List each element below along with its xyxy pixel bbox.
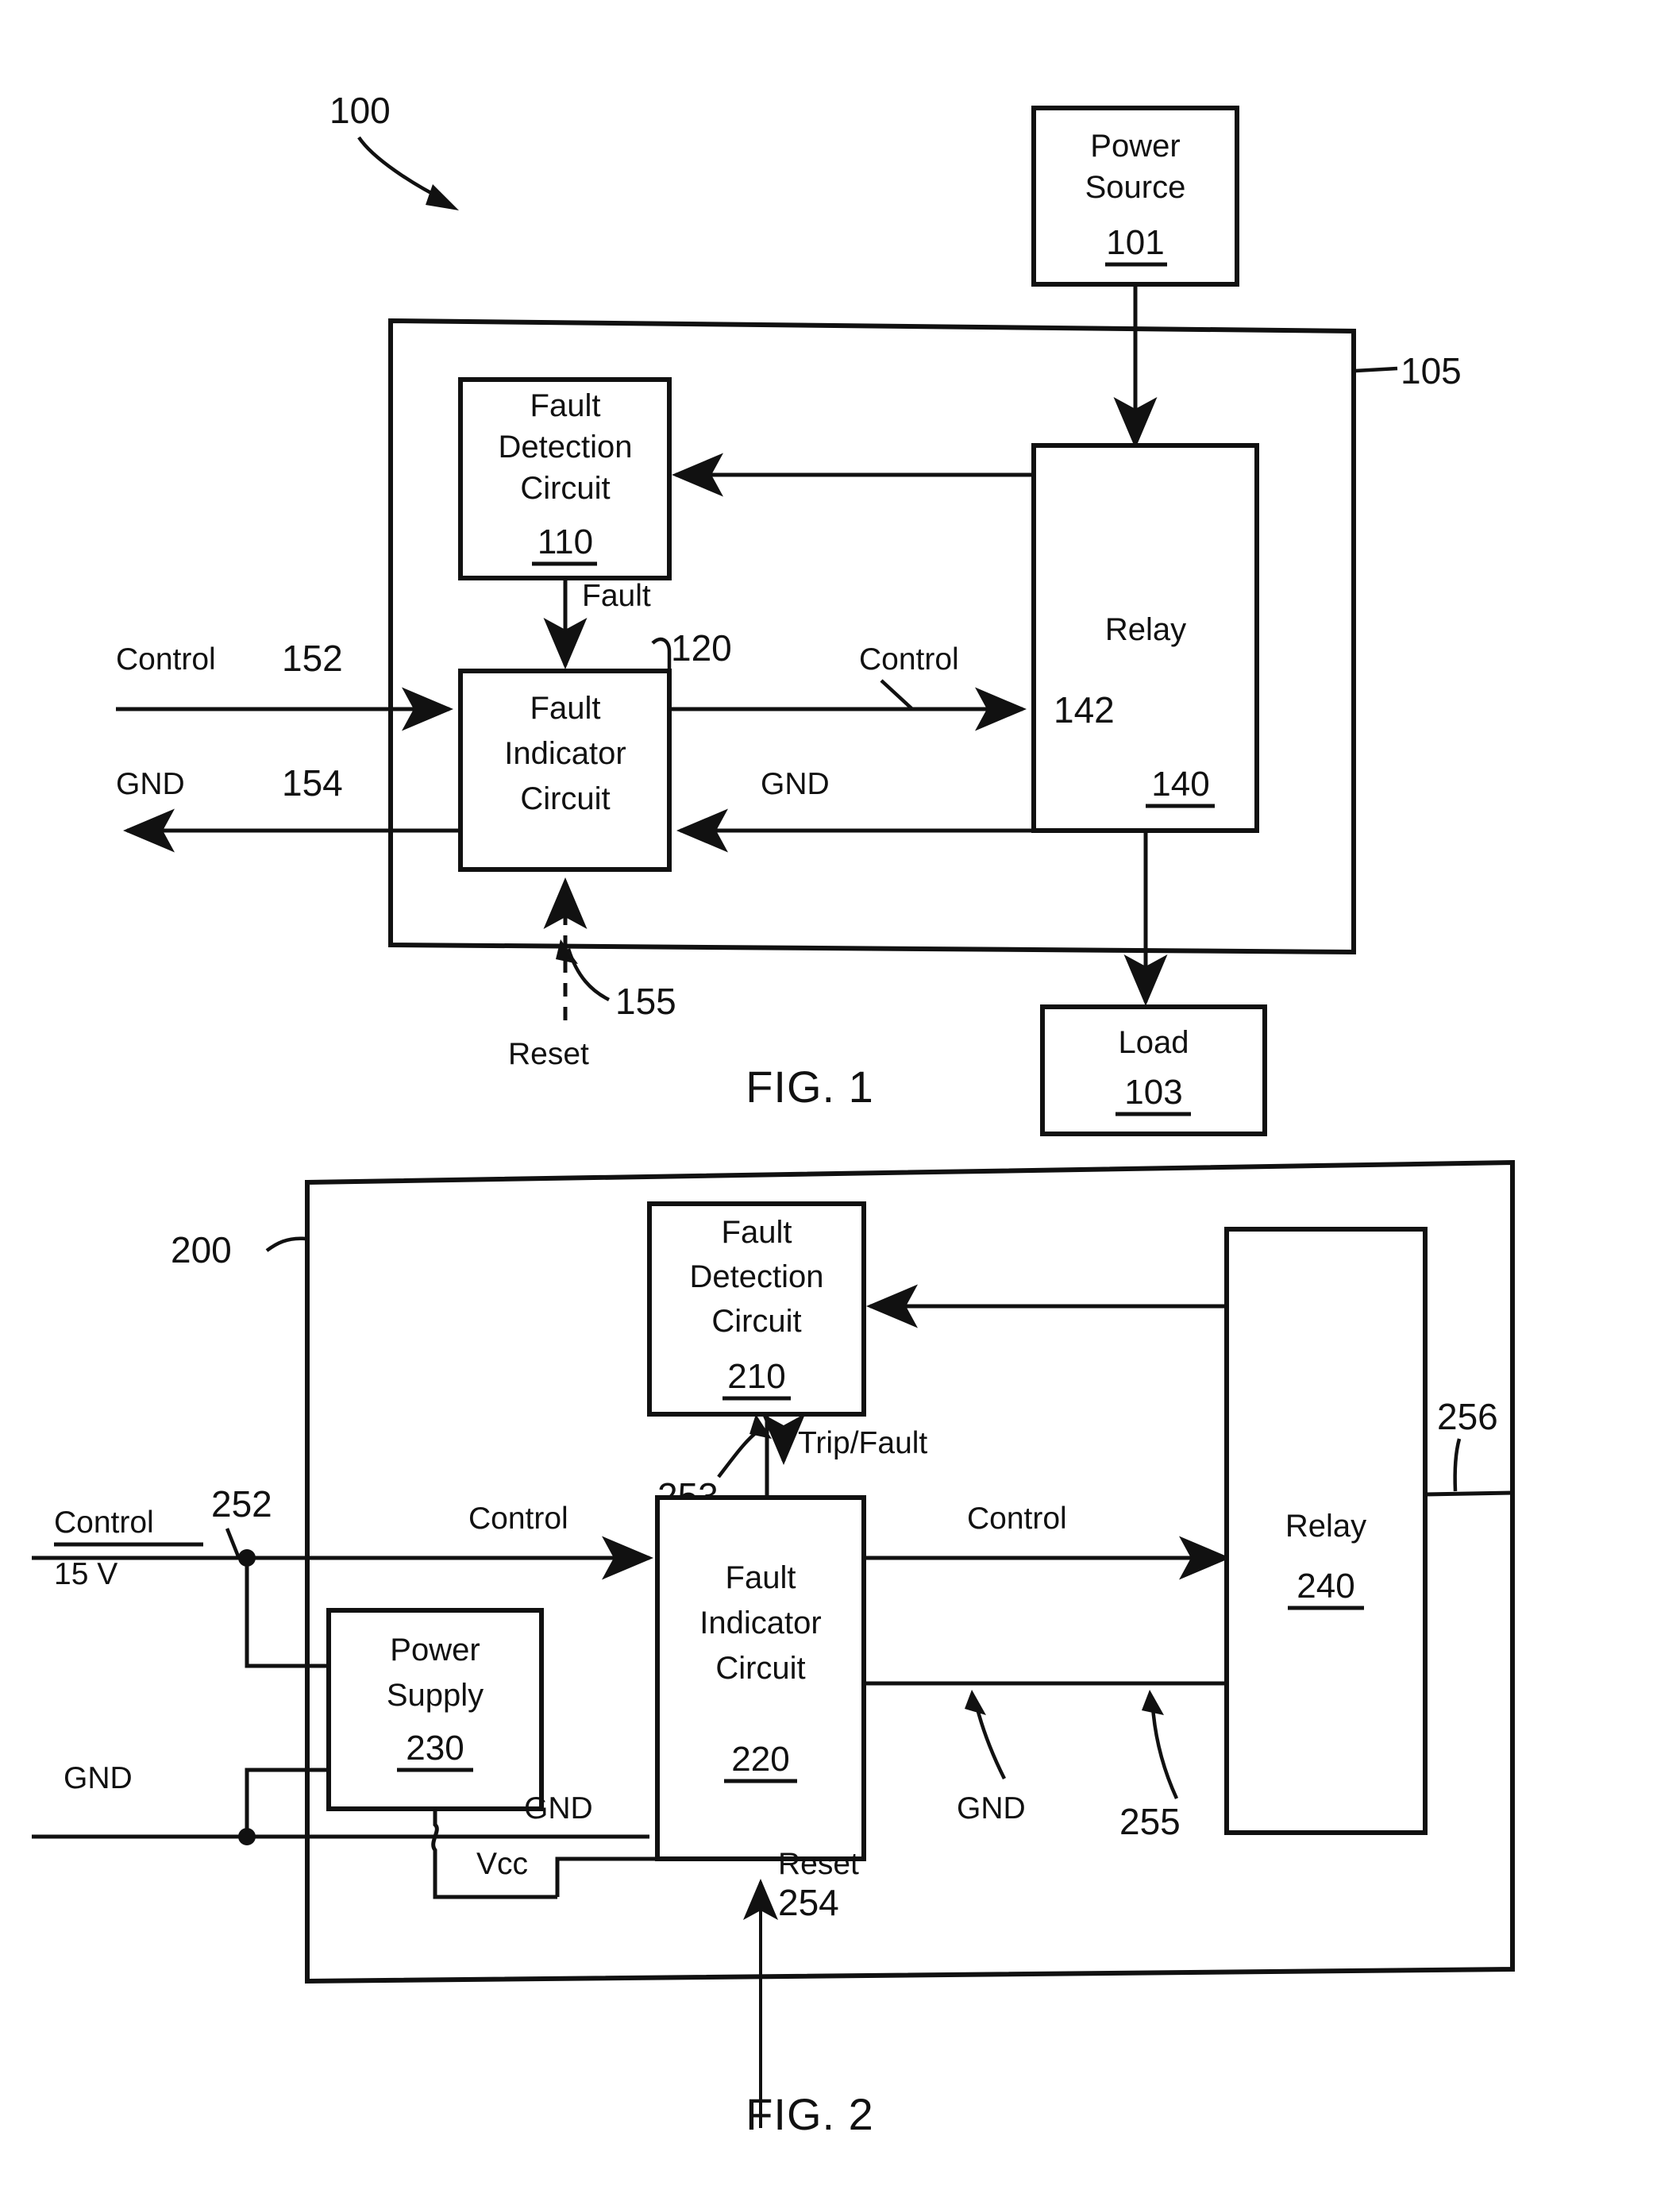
fig1-system-ref-arrowhead — [426, 184, 459, 210]
fig1-control-internal-leader — [880, 679, 913, 710]
fig2-gnd-relay-ref-text: 255 — [1119, 1801, 1181, 1842]
fig2-reset-ref-text: 254 — [778, 1882, 839, 1923]
fig2-fault-indicator-line-3: Circuit — [715, 1651, 805, 1686]
fig1-load-ref: 103 — [1124, 1073, 1182, 1112]
patent-drawing-sheet: 100 Power Source 101 105 Fault Detection… — [0, 0, 1680, 2186]
fig1-relay-label: Relay — [1105, 612, 1186, 647]
fig1-relay-ref: 140 — [1151, 765, 1209, 804]
fig2-control-input-port: Control 15 V 252 Control — [32, 1483, 653, 1591]
fig2-gnd-right-label: GND — [957, 1791, 1026, 1826]
fig2-gnd-relay-label-arrowhead — [965, 1690, 986, 1715]
fig1-fault-detection-line-1: Fault — [530, 388, 601, 423]
fig2-caption: FIG. 2 — [746, 2089, 874, 2139]
fig1-load-block: Load 103 — [1040, 1004, 1267, 1136]
fig1-fault-signal-label: Fault — [582, 579, 651, 613]
fig1-fault-indicator-block: Fault Indicator Circuit — [458, 669, 672, 872]
fig2-fault-indicator-line-2: Indicator — [699, 1606, 821, 1640]
fig1-gnd-internal-label: GND — [761, 767, 830, 801]
fig2-fault-indicator-line-1: Fault — [726, 1560, 796, 1595]
fig2-fault-indicator-block: Fault Indicator Circuit 220 — [655, 1495, 866, 1861]
fig2-fault-indicator-ref: 220 — [731, 1740, 789, 1779]
fig2-control-input-ref: 252 — [211, 1483, 272, 1525]
fig1-system-ref-callout: 100 — [329, 90, 459, 210]
fig1-control-internal-label: Control — [859, 642, 959, 677]
fig2-relay-output-port: 256 — [1424, 1396, 1513, 1497]
fig1-power-source-ref: 101 — [1106, 223, 1164, 262]
fig1-reset-port: 155 Reset — [508, 877, 676, 1071]
fig2-relay-ref: 240 — [1297, 1567, 1354, 1606]
fig1-fault-indicator-line-3: Circuit — [520, 781, 610, 816]
fig2-gnd-relay-ref-leader — [1150, 1706, 1179, 1799]
fig2-system-ref-text: 200 — [171, 1229, 232, 1270]
fig1-fault-indicator-line-2: Indicator — [504, 736, 626, 771]
fig1-control-input-label: Control — [116, 642, 216, 677]
fig2-gnd-to-supply-wire — [245, 1768, 329, 1837]
fig1-relay-control-terminal-ref: 142 — [1054, 689, 1115, 731]
fig2-fault-detection-ref: 210 — [727, 1357, 785, 1396]
fig2-control-mid-signal: Control — [864, 1502, 1231, 1580]
fig1-system-ref-text: 100 — [329, 90, 391, 131]
fig1-gnd-output-port: GND 154 — [116, 762, 460, 853]
fig1-fault-detection-line-2: Detection — [499, 430, 633, 465]
fig2-fault-detection-line-3: Circuit — [711, 1304, 801, 1339]
fig1-reset-ref-leader — [566, 948, 611, 1002]
fig1-indicator-ref-text: 120 — [671, 627, 732, 669]
fig2-control-right-label: Control — [967, 1502, 1067, 1536]
fig1-gnd-output-label: GND — [116, 767, 185, 801]
fig2-relay-output-ref-text: 256 — [1437, 1396, 1498, 1437]
fig2-gnd-relay-label-leader — [974, 1705, 1007, 1780]
fig1-reset-ref-text: 155 — [615, 981, 676, 1022]
fig2-control-left-label: Control — [468, 1502, 568, 1536]
fig1-caption: FIG. 1 — [746, 1062, 874, 1112]
fig2-system-ref-leader — [265, 1236, 306, 1252]
figure-1-and-2-canvas: 100 Power Source 101 105 Fault Detection… — [32, 90, 1515, 2139]
fig1-fault-detection-block: Fault Detection Circuit 110 — [458, 377, 672, 580]
fig2-fault-detection-line-2: Detection — [690, 1259, 824, 1294]
fig2-gnd-relay-ref-arrowhead — [1142, 1690, 1164, 1715]
fig1-control-input-port: Control 152 — [116, 638, 453, 731]
fig2-gnd-mid-label: GND — [524, 1791, 593, 1826]
fig1-power-source-line-2: Source — [1085, 170, 1186, 205]
fig2-relay-block: Relay 240 — [1224, 1227, 1428, 1835]
fig2-fault-detection-line-1: Fault — [722, 1215, 792, 1250]
fig1-load-label: Load — [1119, 1025, 1189, 1060]
fig2-relay-label: Relay — [1285, 1509, 1366, 1544]
fig2-control-input-ref-leader — [225, 1528, 241, 1557]
fig2-gnd-relay-signal: GND 255 — [864, 1681, 1227, 1842]
fig1-control-input-ref: 152 — [282, 638, 343, 679]
fig2-power-supply-line-1: Power — [390, 1633, 480, 1667]
fig1-fault-detection-ref: 110 — [538, 522, 593, 561]
fig2-reset-port: Reset 254 — [743, 1847, 859, 2128]
fig1-gnd-internal-signal: GND — [676, 767, 1034, 853]
fig2-relay-output-ref-leader — [1453, 1438, 1462, 1492]
fig1-relay-block: Relay 142 140 — [1031, 443, 1259, 833]
fig2-fault-detection-block: Fault Detection Circuit 210 — [647, 1201, 866, 1417]
fig1-gnd-output-ref: 154 — [282, 762, 343, 804]
fig1-power-source-block: Power Source 101 — [1031, 106, 1239, 287]
fig1-power-source-line-1: Power — [1090, 129, 1180, 164]
fig1-enclosure-ref-text: 105 — [1401, 350, 1462, 391]
fig2-trip-fault-label: Trip/Fault — [798, 1426, 927, 1460]
fig2-control-to-supply-wire — [245, 1558, 329, 1668]
fig2-vcc-into-indicator-wire — [555, 1856, 657, 1897]
fig2-power-supply-line-2: Supply — [387, 1678, 484, 1713]
fig2-reset-label: Reset — [778, 1847, 859, 1881]
fig2-control-input-label: Control — [54, 1506, 154, 1540]
fig2-power-supply-ref: 230 — [406, 1729, 464, 1768]
fig2-gnd-input-label: GND — [64, 1761, 133, 1795]
fig2-power-supply-block: Power Supply 230 — [326, 1608, 544, 1811]
fig2-control-input-voltage: 15 V — [54, 1557, 118, 1591]
fig1-indicator-ref-leader — [651, 637, 672, 671]
fig1-enclosure-ref-leader — [1354, 366, 1398, 373]
fig2-trip-fault-ref-leader — [717, 1428, 762, 1479]
fig1-reset-label: Reset — [508, 1037, 589, 1071]
fig1-fault-indicator-line-1: Fault — [530, 691, 601, 726]
fig1-indicator-ref-callout: 120 — [651, 627, 732, 671]
fig2-vcc-label: Vcc — [476, 1847, 528, 1881]
fig2-relay-output-wire — [1424, 1490, 1513, 1497]
fig1-fault-detection-line-3: Circuit — [520, 471, 610, 506]
